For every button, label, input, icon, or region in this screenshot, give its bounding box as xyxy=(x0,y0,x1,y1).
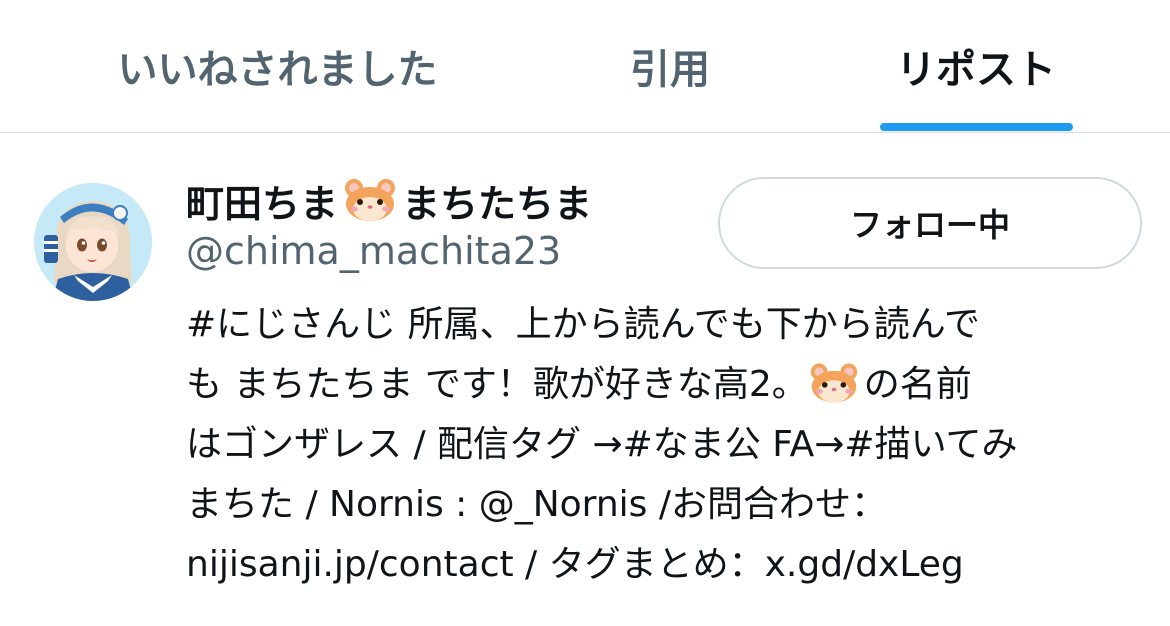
avatar[interactable] xyxy=(34,183,152,301)
following-button[interactable]: フォロー中 xyxy=(718,177,1142,269)
tab-liked-by[interactable]: いいねされました xyxy=(80,0,475,132)
active-tab-indicator xyxy=(880,123,1073,131)
bio-line: nijisanji.jp/contact / タグまとめ：x.gd/dxLeg xyxy=(186,544,964,585)
bio-line: まちた / Nornis : @_Nornis /お問合わせ： xyxy=(186,484,887,525)
user-cell[interactable]: 町田ちま まちたちま @chima_machita23 フォロー中 #にじさんじ… xyxy=(0,133,1170,626)
display-name-part-1: 町田ちま xyxy=(186,181,339,226)
bio-line: も まちたちま です！歌が好きな高2。 の名前 xyxy=(186,355,1156,415)
display-name-part-2: まちたちま xyxy=(402,181,593,226)
bio-line: #にじさんじ 所属、上から読んでも下から読んで xyxy=(186,304,981,345)
bio-line-text: の名前 xyxy=(863,364,972,405)
display-name[interactable]: 町田ちま まちたちま xyxy=(186,175,593,226)
user-bio: #にじさんじ 所属、上から読んでも下から読んで も まちたちま です！歌が好きな… xyxy=(186,295,1156,595)
tab-bar: いいねされました 引用 リポスト xyxy=(0,0,1170,133)
bio-line: はゴンザレス / 配信タグ →#なま公 FA→#描いてみ xyxy=(186,424,1018,465)
tab-quotes[interactable]: 引用 xyxy=(590,0,750,132)
hamster-face-icon xyxy=(345,179,396,221)
user-avatar-icon xyxy=(34,183,152,301)
user-handle[interactable]: @chima_machita23 xyxy=(186,229,561,273)
hamster-face-icon xyxy=(810,363,858,403)
bio-line-text: も まちたちま です！歌が好きな高2。 xyxy=(186,364,808,405)
tab-reposts[interactable]: リポスト xyxy=(876,0,1076,132)
